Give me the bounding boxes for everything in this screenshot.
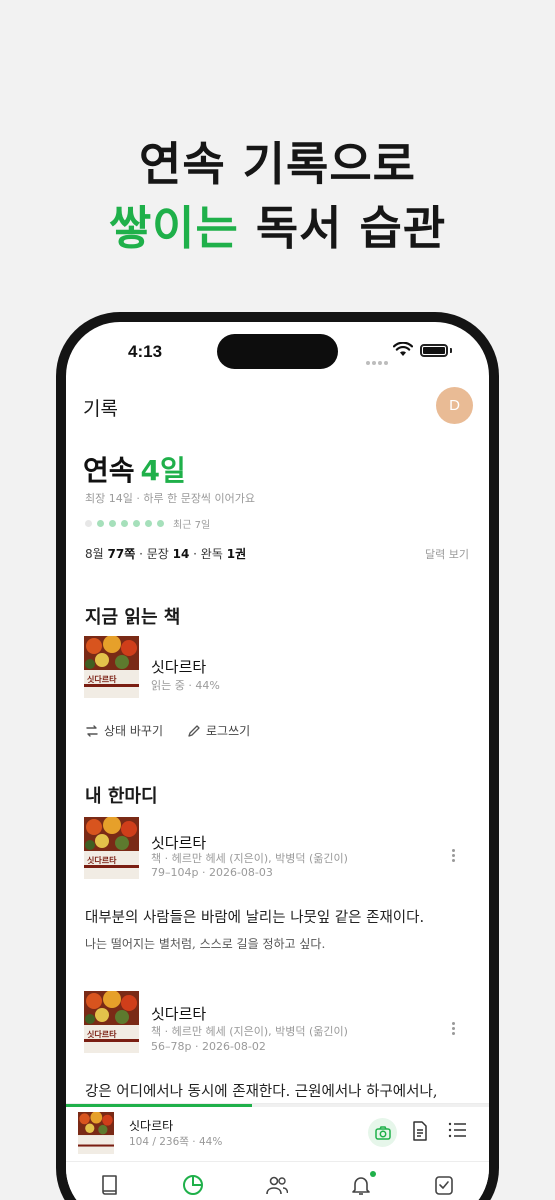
bell-icon <box>352 1177 370 1195</box>
status-bar: 4:13 <box>66 322 489 378</box>
day-dot-2 <box>97 519 104 527</box>
day-dot-3 <box>109 519 116 527</box>
headline-accent: 쌓이는 <box>108 201 239 255</box>
tab-library[interactable] <box>98 1174 122 1198</box>
note-1-pages-date: 79–104p · 2026-08-03 <box>151 866 273 879</box>
stats-finished-label: 완독 <box>200 547 223 561</box>
cover-title: 싯다르타 <box>87 855 117 865</box>
promo-headline: 연속 기록으로 쌓이는 독서 습관 <box>0 132 555 260</box>
battery-icon <box>420 344 448 357</box>
checkbox-icon <box>435 1176 453 1195</box>
note-1-cover[interactable]: 싯다르타 <box>84 817 139 879</box>
current-book-title[interactable]: 싯다르타 <box>151 656 206 677</box>
headline-line-1: 연속 기록으로 <box>139 137 416 191</box>
day-dot-7 <box>157 519 164 527</box>
swap-icon <box>86 724 98 737</box>
notification-badge <box>370 1171 376 1177</box>
reading-progress-fill <box>66 1104 253 1107</box>
book-cover[interactable]: 싯다르타 <box>84 636 139 698</box>
document-icon[interactable] <box>412 1121 428 1141</box>
wifi-icon <box>393 342 413 356</box>
camera-button[interactable] <box>368 1118 397 1147</box>
dynamic-island <box>217 334 338 369</box>
pie-chart-icon <box>183 1175 203 1195</box>
note-1-quote: 대부분의 사람들은 바람에 날리는 나뭇잎 같은 존재이다. <box>85 910 425 926</box>
stats-sentence-label: 문장 <box>146 547 169 561</box>
note-2-cover[interactable]: 싯다르타 <box>84 991 139 1053</box>
calendar-link[interactable]: 달력 보기 <box>425 546 469 562</box>
streak-subtitle: 최장 14일 · 하루 한 문장씩 이어가요 <box>85 492 256 505</box>
streak-label: 연속 <box>83 454 135 487</box>
cellular-signal-icon <box>366 350 390 369</box>
reading-progress-track <box>66 1104 489 1107</box>
stats-finished: 1권 <box>226 547 247 561</box>
pencil-icon <box>188 724 200 737</box>
mini-player-title: 싯다르타 <box>129 1119 174 1133</box>
avatar[interactable]: D <box>436 387 473 424</box>
tab-tasks[interactable] <box>432 1174 456 1198</box>
monthly-stats: 8월 77쪽 · 문장 14 · 완독 1권 <box>85 547 247 561</box>
stats-sentences: 14 <box>172 547 190 561</box>
tab-records[interactable] <box>181 1174 205 1198</box>
streak-count: 4일 <box>140 454 186 487</box>
camera-icon <box>374 1125 391 1140</box>
week-label: 최근 7일 <box>173 519 211 531</box>
page-title: 기록 <box>83 398 118 420</box>
tab-notifications[interactable] <box>349 1174 373 1198</box>
tab-bar <box>66 1161 489 1200</box>
people-icon <box>266 1176 288 1195</box>
cover-title: 싯다르타 <box>87 674 117 684</box>
phone-screen: 4:13 기록 D 연속 4일 최장 14일 · 하루 한 문장씩 이어가요 최근… <box>66 322 489 1200</box>
day-dot-4 <box>121 519 128 527</box>
note-1-comment: 나는 떨어지는 별처럼, 스스로 길을 정하고 싶다. <box>85 937 326 951</box>
mini-player-progress-text: 104 / 236쪽 · 44% <box>129 1136 223 1148</box>
write-log-button[interactable]: 로그쓰기 <box>187 722 250 739</box>
note-2-quote: 강은 어디에서나 동시에 존재한다. 근원에서나 하구에서나, <box>85 1084 438 1100</box>
note-1-author: 책 · 헤르만 헤세 (지은이), 박병덕 (옮긴이) <box>151 852 348 865</box>
list-icon[interactable] <box>448 1121 467 1139</box>
day-dot-6 <box>145 519 152 527</box>
week-dots: 최근 7일 <box>85 517 211 531</box>
day-dot-5 <box>133 519 140 527</box>
stats-pages: 77쪽 <box>107 547 136 561</box>
book-icon <box>102 1175 117 1195</box>
current-book-status: 읽는 중 · 44% <box>151 679 220 692</box>
my-notes-title: 내 한마디 <box>85 786 158 807</box>
mini-player[interactable]: 싯다르타 104 / 236쪽 · 44% <box>66 1103 489 1161</box>
mini-player-cover <box>78 1112 114 1154</box>
reading-now-title: 지금 읽는 책 <box>85 607 181 628</box>
note-2-author: 책 · 헤르만 헤세 (지은이), 박병덕 (옮긴이) <box>151 1025 348 1038</box>
note-2-title[interactable]: 싯다르타 <box>151 1003 206 1024</box>
day-dot-1 <box>85 519 92 527</box>
change-status-label: 상태 바꾸기 <box>104 724 164 738</box>
tab-friends[interactable] <box>265 1174 289 1198</box>
note-1-more-icon[interactable] <box>452 849 456 864</box>
headline-rest: 독서 습관 <box>255 201 447 255</box>
cover-title: 싯다르타 <box>87 1029 117 1039</box>
change-status-button[interactable]: 상태 바꾸기 <box>85 722 163 739</box>
status-time: 4:13 <box>128 342 163 361</box>
write-log-label: 로그쓰기 <box>206 724 251 738</box>
streak-heading: 연속 4일 <box>83 449 186 489</box>
note-2-more-icon[interactable] <box>452 1022 456 1037</box>
battery-tip <box>450 348 452 353</box>
note-2-pages-date: 56–78p · 2026-08-02 <box>151 1040 266 1053</box>
headline-line-2: 쌓이는 독서 습관 <box>0 196 555 260</box>
stats-month: 8월 <box>85 547 104 561</box>
